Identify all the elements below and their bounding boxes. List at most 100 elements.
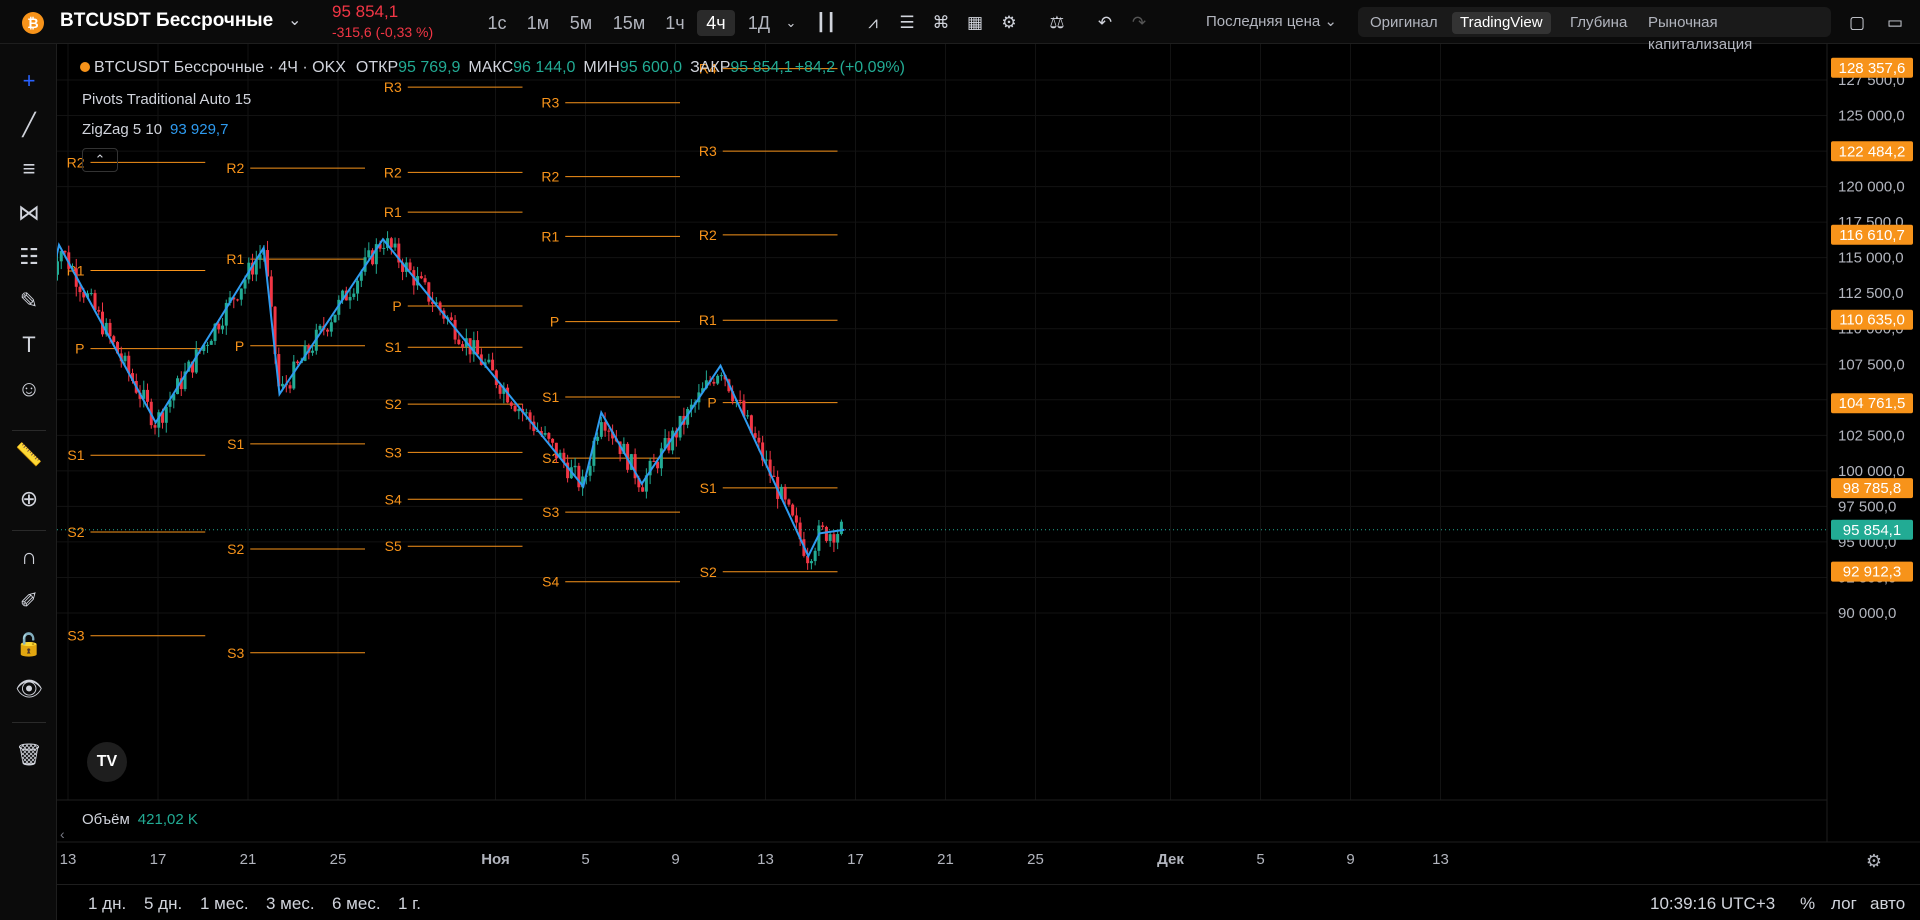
time-tick-label: 17 [847,851,864,868]
legend-change: +84,2 (+0,09%) [794,59,905,76]
candle-body [123,355,127,362]
candle-body [513,405,517,412]
candle-body [367,250,371,258]
range-1d[interactable]: 1 дн. [88,894,126,914]
range-3m[interactable]: 3 мес. [266,894,315,914]
price-badge-label: 122 484,2 [1839,143,1906,160]
pivot-label: S5 [385,538,402,554]
toolbar-divider [12,530,46,531]
candle-body [239,288,243,300]
tradingview-logo[interactable]: TV [87,742,127,782]
bitcoin-icon: ₿ [22,12,44,34]
scroll-left-icon[interactable]: ‹ [60,826,65,842]
list-icon[interactable]: ☰ [894,10,920,36]
replay-icon[interactable]: ▦ [962,10,988,36]
close-label: ЗАКР [690,59,731,76]
candle-body [449,317,453,320]
candle-type-icon[interactable]: ┃┃ [813,10,839,36]
compare-scale-icon[interactable]: ⚖ [1044,10,1070,36]
time-axis[interactable]: 13 17 21 25 Ноя 5 9 13 17 21 25 Дек 5 9 13 [60,851,1449,868]
emoji-icon[interactable]: ☺ [14,374,44,404]
pivot-label: R2 [384,164,402,180]
eye-icon[interactable]: 👁 [14,674,44,704]
gear-icon[interactable]: ⚙ [996,10,1022,36]
view-tradingview[interactable]: TradingView [1452,12,1551,34]
auto-toggle[interactable]: авто [1870,894,1905,914]
pivot-label: R2 [699,227,717,243]
pivots-indicator-label[interactable]: Pivots Traditional Auto 15 [82,91,251,108]
candle-body [824,526,828,541]
percent-toggle[interactable]: % [1800,894,1815,914]
unlock-icon[interactable]: 🔓 [14,630,44,660]
indicators-icon[interactable]: ⩘ [860,10,886,36]
candle-body [89,293,93,295]
magnet-icon[interactable]: ∩ [14,542,44,572]
undo-icon[interactable]: ↶ [1092,10,1118,36]
time-tick-label: 13 [60,851,77,868]
zigzag-indicator-label[interactable]: ZigZag 5 10 93 929,7 [82,121,228,138]
timeframe-1m[interactable]: 1м [522,10,554,36]
ruler-icon[interactable]: 📏 [14,440,44,470]
parallel-lines-icon[interactable]: ≡ [14,154,44,184]
timeframe-1d[interactable]: 1Д [743,10,775,36]
price-tick-label: 120 000,0 [1838,179,1905,196]
pivot-label: P [75,341,84,357]
candle-body [206,344,210,346]
log-toggle[interactable]: лог [1831,894,1857,914]
candle-body [318,325,322,330]
fullscreen-icon[interactable]: ▢ [1844,10,1870,36]
high-value: 96 144,0 [513,59,576,76]
pivot-label: S1 [700,480,717,496]
timeframe-4h[interactable]: 4ч [697,10,735,36]
candle-body [641,487,645,492]
price-type-select[interactable]: Последняя цена ⌄ [1206,12,1337,30]
fib-icon[interactable]: ☷ [14,242,44,272]
candle-body [832,534,836,543]
timeframe-15m[interactable]: 15м [608,10,650,36]
range-6m[interactable]: 6 мес. [332,894,381,914]
clock[interactable]: 10:39:16 UTC+3 [1650,894,1775,914]
legend-collapse-button[interactable]: ⌃ [82,148,118,172]
timeframe-5m[interactable]: 5м [565,10,597,36]
trash-icon[interactable]: 🗑 [14,740,44,770]
price-axis[interactable]: 127 500,0125 000,0122 500,0120 000,0117 … [1826,44,1913,842]
layout-icon[interactable]: ▭ [1882,10,1908,36]
redo-icon[interactable]: ↷ [1126,10,1152,36]
candle-body [794,515,798,523]
zoom-in-icon[interactable]: ⊕ [14,484,44,514]
zigzag-name: ZigZag 5 10 [82,121,163,138]
trendline-icon[interactable]: ╱ [14,110,44,140]
candle-body [112,336,116,342]
candle-body [828,534,832,541]
view-original[interactable]: Оригинал [1362,12,1446,34]
symbol-selector[interactable]: BTCUSDT Бессрочные [60,10,273,32]
high-label: МАКС [468,59,514,76]
pattern-icon[interactable]: ⋈ [14,198,44,228]
price-chart[interactable]: R2 R1 P S1 S2 S3 R2 R1 P S1 S2 S3 R3 R2 R1 P S1 S2 S3 S4 S5 R… [57,44,1920,884]
alert-icon[interactable]: ⌘ [928,10,954,36]
time-tick-label: 21 [937,851,954,868]
text-icon[interactable]: T [14,330,44,360]
timeframe-more-chevron-icon[interactable]: ⌄ [778,10,804,36]
view-market-cap[interactable]: Рыночная капитализация [1640,12,1831,53]
timeframe-1h[interactable]: 1ч [659,10,691,36]
brush-icon[interactable]: ✎ [14,286,44,316]
crosshair-icon[interactable]: + [14,66,44,96]
price-tick-label: 100 000,0 [1838,463,1905,480]
legend-title: BTCUSDT Бессрочные · 4Ч · OKX [94,59,346,76]
time-tick-label: Ноя [481,851,510,868]
chevron-down-icon[interactable]: ⌄ [288,10,301,30]
range-5d[interactable]: 5 дн. [144,894,182,914]
timeframe-1s[interactable]: 1с [483,10,511,36]
candle-body [164,406,168,423]
view-depth[interactable]: Глубина [1562,12,1635,34]
range-1y[interactable]: 1 г. [398,894,421,914]
candle-body [153,425,157,428]
volume-value: 421,02 K [137,811,198,828]
pivot-label: S2 [227,541,244,557]
zigzag-value: 93 929,7 [170,121,229,138]
range-1m[interactable]: 1 мес. [200,894,249,914]
lock-drawing-icon[interactable]: ✐ [14,586,44,616]
chart-settings-icon[interactable]: ⚙ [1862,849,1886,873]
pivot-label: S1 [67,447,84,463]
